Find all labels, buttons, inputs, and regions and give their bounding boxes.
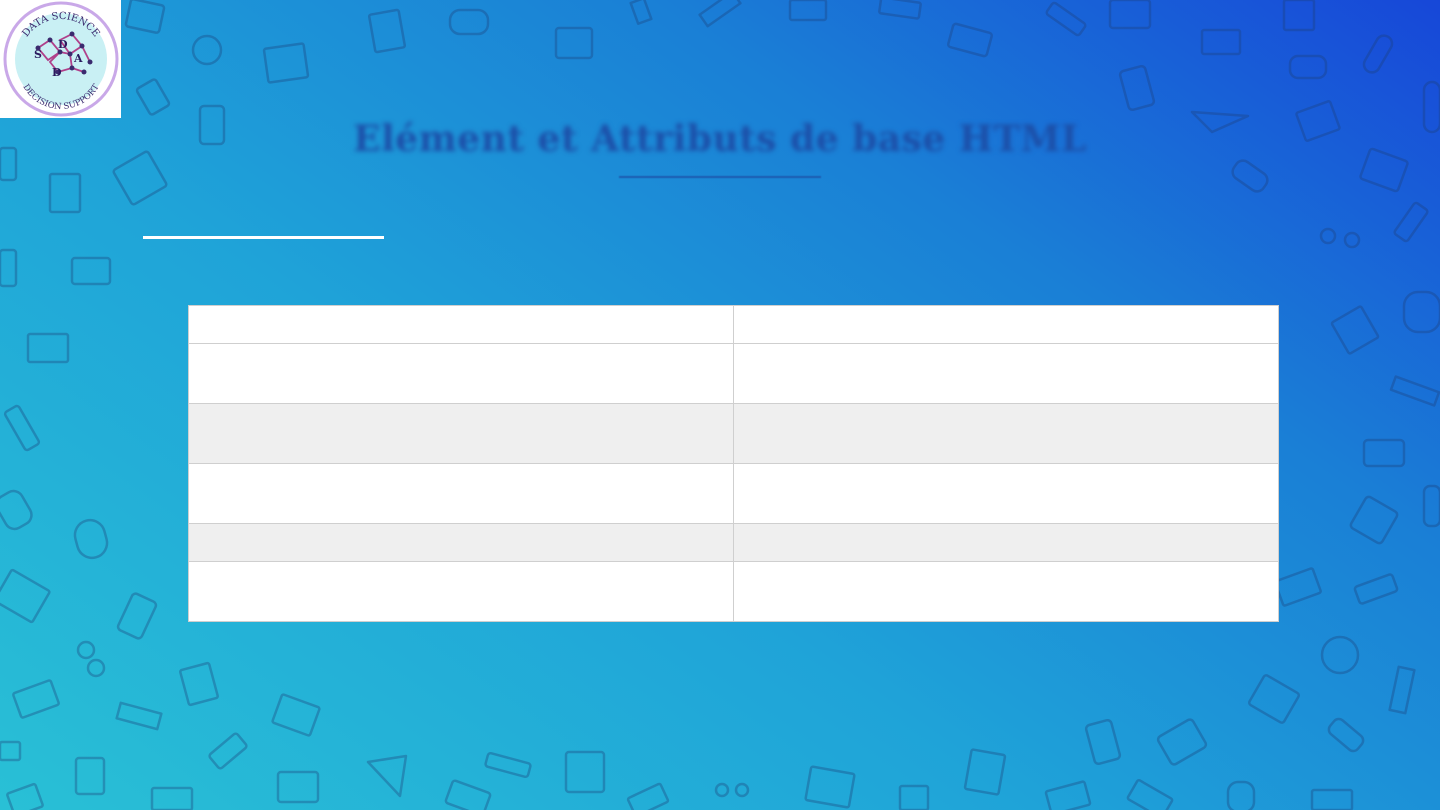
table-cell[interactable] [733,305,1279,344]
table-cell[interactable] [188,403,734,464]
table-cell[interactable] [188,305,734,344]
table-cell[interactable] [188,523,734,562]
table-row [188,343,1279,404]
table-row [188,523,1279,562]
table-row [188,561,1279,622]
table-cell[interactable] [188,561,734,622]
table-cell[interactable] [733,403,1279,464]
table-cell[interactable] [733,343,1279,404]
table-row [188,305,1279,344]
data-science-decision-support-logo: DATA SCIENCE DECISION SUPPORT S D A D [0,0,121,118]
logo-letter-d1: D [58,38,68,51]
logo-letter-d2: D [52,66,62,79]
content-table [188,305,1279,622]
table-cell[interactable] [733,561,1279,622]
slide-title: Elément et Attributs de base HTML [353,118,1087,160]
table-cell[interactable] [188,343,734,404]
logo-letter-a: A [73,52,83,65]
table-cell[interactable] [188,463,734,524]
table-cell[interactable] [733,463,1279,524]
accent-line [143,236,384,239]
table-cell[interactable] [733,523,1279,562]
table-row [188,403,1279,464]
table-row [188,463,1279,524]
logo-letter-s: S [34,48,42,61]
title-underline [619,176,821,178]
